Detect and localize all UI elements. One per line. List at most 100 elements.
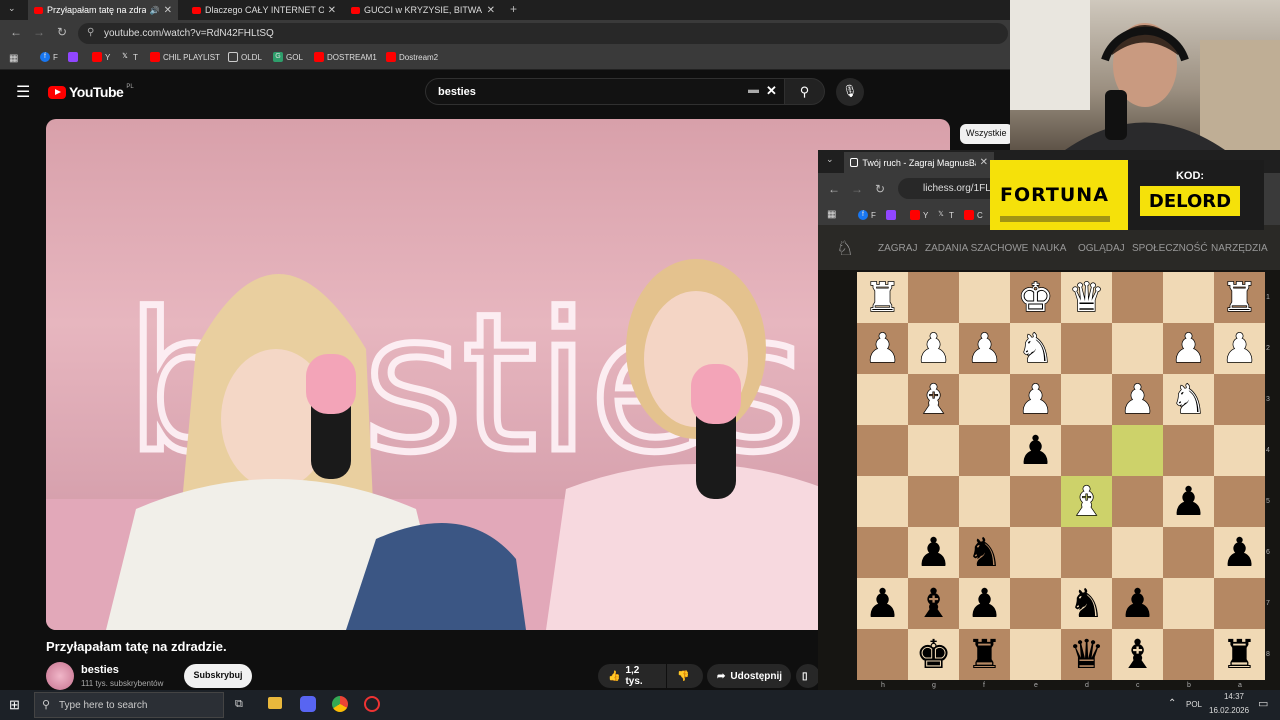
board-square[interactable]: [959, 425, 1010, 476]
clock-time[interactable]: 14:37: [1218, 692, 1250, 701]
white-knight-icon[interactable]: ♞: [1017, 328, 1054, 370]
black-bishop-icon[interactable]: ♝: [1120, 635, 1156, 675]
black-pawn-icon[interactable]: ♟: [1120, 584, 1156, 624]
board-square[interactable]: ♜: [1214, 272, 1265, 323]
white-pawn-icon[interactable]: ♟: [864, 328, 901, 370]
site-info-icon[interactable]: ⚲: [87, 27, 94, 38]
nav-ogladaj[interactable]: OGLĄDAJ: [1078, 243, 1125, 254]
board-square[interactable]: ♟: [908, 527, 959, 578]
board-square[interactable]: [1061, 323, 1112, 374]
board-square[interactable]: [857, 527, 908, 578]
apps-grid-icon[interactable]: ▦: [9, 53, 18, 64]
black-knight-icon[interactable]: ♞: [1069, 584, 1105, 624]
board-square[interactable]: [1061, 527, 1112, 578]
nav-spolecznosc[interactable]: SPOŁECZNOŚĆ: [1132, 243, 1208, 254]
white-pawn-icon[interactable]: ♟: [1119, 379, 1156, 421]
board-square[interactable]: [908, 272, 959, 323]
board-square[interactable]: ♞: [1163, 374, 1214, 425]
bookmark-dostream2[interactable]: Dostream2: [386, 52, 438, 62]
board-square[interactable]: [1010, 476, 1061, 527]
tab-lichess[interactable]: Twój ruch - Zagraj MagnusBaro ✕: [844, 152, 994, 173]
share-button[interactable]: ➦ Udostępnij: [707, 664, 791, 688]
tab-dlaczego[interactable]: Dlaczego CAŁY INTERNET Obs ✕: [186, 0, 342, 20]
bookmark-chil-playlist[interactable]: CHIL PLAYLIST: [150, 52, 220, 62]
new-tab-button[interactable]: +: [510, 2, 517, 16]
voice-search-button[interactable]: 🎙: [836, 78, 864, 106]
board-square[interactable]: ♛: [1061, 272, 1112, 323]
board-square[interactable]: ♟: [1214, 527, 1265, 578]
bookmark-dostream1[interactable]: DOSTREAM1: [314, 52, 377, 62]
white-bishop-icon[interactable]: ♝: [915, 379, 952, 421]
board-square[interactable]: ♚: [1010, 272, 1061, 323]
file-explorer-icon[interactable]: [268, 697, 282, 709]
board-square[interactable]: [1214, 578, 1265, 629]
board-square[interactable]: [1010, 578, 1061, 629]
board-square[interactable]: ♝: [1061, 476, 1112, 527]
board-square[interactable]: [1163, 527, 1214, 578]
white-rook-icon[interactable]: ♜: [864, 277, 901, 319]
dislike-button[interactable]: 👎: [667, 664, 703, 688]
board-square[interactable]: ♝: [1112, 629, 1163, 680]
black-pawn-icon[interactable]: ♟: [865, 584, 901, 624]
board-square[interactable]: [1112, 527, 1163, 578]
bookmark-f[interactable]: fF: [858, 210, 876, 220]
tab-youtube-video[interactable]: Przyłapałam tatę na zdradzi 🔊 ✕: [28, 0, 178, 20]
subscribe-button[interactable]: Subskrybuj: [184, 664, 252, 688]
board-square[interactable]: ♟: [857, 578, 908, 629]
bookmark-t[interactable]: 𝕏T: [936, 210, 954, 220]
board-square[interactable]: [1112, 272, 1163, 323]
black-rook-icon[interactable]: ♜: [1222, 635, 1258, 675]
white-pawn-icon[interactable]: ♟: [1017, 379, 1054, 421]
video-player[interactable]: besties: [46, 119, 950, 630]
bookmark-twitch[interactable]: [68, 52, 78, 62]
windows-start-icon[interactable]: ⊞: [9, 697, 20, 713]
clock-date[interactable]: 16.02.2026: [1209, 706, 1249, 715]
black-pawn-icon[interactable]: ♟: [1171, 482, 1207, 522]
board-square[interactable]: ♟: [1163, 323, 1214, 374]
back-icon[interactable]: ←: [828, 182, 840, 196]
black-pawn-icon[interactable]: ♟: [1222, 533, 1258, 573]
menu-icon[interactable]: ☰: [16, 82, 30, 102]
search-input[interactable]: besties ▬ ✕: [425, 78, 785, 105]
close-tab-icon[interactable]: ✕: [980, 157, 988, 168]
board-square[interactable]: [1214, 374, 1265, 425]
white-pawn-icon[interactable]: ♟: [1221, 328, 1258, 370]
channel-name[interactable]: besties: [81, 664, 119, 676]
white-rook-icon[interactable]: ♜: [1221, 277, 1258, 319]
board-square[interactable]: ♟: [1214, 323, 1265, 374]
keyboard-icon[interactable]: ▬: [748, 84, 759, 96]
taskbar-search-input[interactable]: ⚲ Type here to search: [34, 692, 224, 718]
like-button[interactable]: 👍 1,2 tys.: [598, 664, 666, 688]
black-rook-icon[interactable]: ♜: [967, 635, 1003, 675]
close-tab-icon[interactable]: ✕: [164, 5, 172, 16]
search-button[interactable]: ⚲: [785, 78, 825, 105]
tab-list-icon[interactable]: ⌄: [826, 154, 834, 165]
forward-icon[interactable]: →: [851, 182, 863, 196]
tray-chevron-icon[interactable]: ⌃: [1168, 698, 1176, 709]
white-pawn-icon[interactable]: ♟: [915, 328, 952, 370]
back-icon[interactable]: ←: [10, 25, 22, 39]
app-icon[interactable]: [364, 696, 380, 712]
white-knight-icon[interactable]: ♞: [1170, 379, 1207, 421]
bookmark-f[interactable]: fF: [40, 52, 58, 62]
white-pawn-icon[interactable]: ♟: [966, 328, 1003, 370]
board-square[interactable]: ♟: [1112, 374, 1163, 425]
board-square[interactable]: ♟: [857, 323, 908, 374]
nav-narzedzia[interactable]: NARZĘDZIA: [1211, 243, 1268, 254]
board-square[interactable]: ♞: [1061, 578, 1112, 629]
board-square[interactable]: ♜: [1214, 629, 1265, 680]
board-square[interactable]: ♞: [959, 527, 1010, 578]
nav-nauka[interactable]: NAUKA: [1032, 243, 1066, 254]
black-pawn-icon[interactable]: ♟: [1018, 431, 1054, 471]
task-view-icon[interactable]: ⧉: [235, 698, 243, 711]
board-square[interactable]: [1112, 476, 1163, 527]
board-square[interactable]: ♟: [1010, 425, 1061, 476]
tab-list-icon[interactable]: ⌄: [8, 3, 16, 14]
board-square[interactable]: [857, 374, 908, 425]
bookmark-y[interactable]: Y: [92, 52, 110, 62]
board-square[interactable]: [908, 476, 959, 527]
black-pawn-icon[interactable]: ♟: [967, 584, 1003, 624]
board-square[interactable]: ♟: [959, 323, 1010, 374]
board-square[interactable]: ♟: [908, 323, 959, 374]
bookmark-twitch[interactable]: [886, 210, 896, 220]
